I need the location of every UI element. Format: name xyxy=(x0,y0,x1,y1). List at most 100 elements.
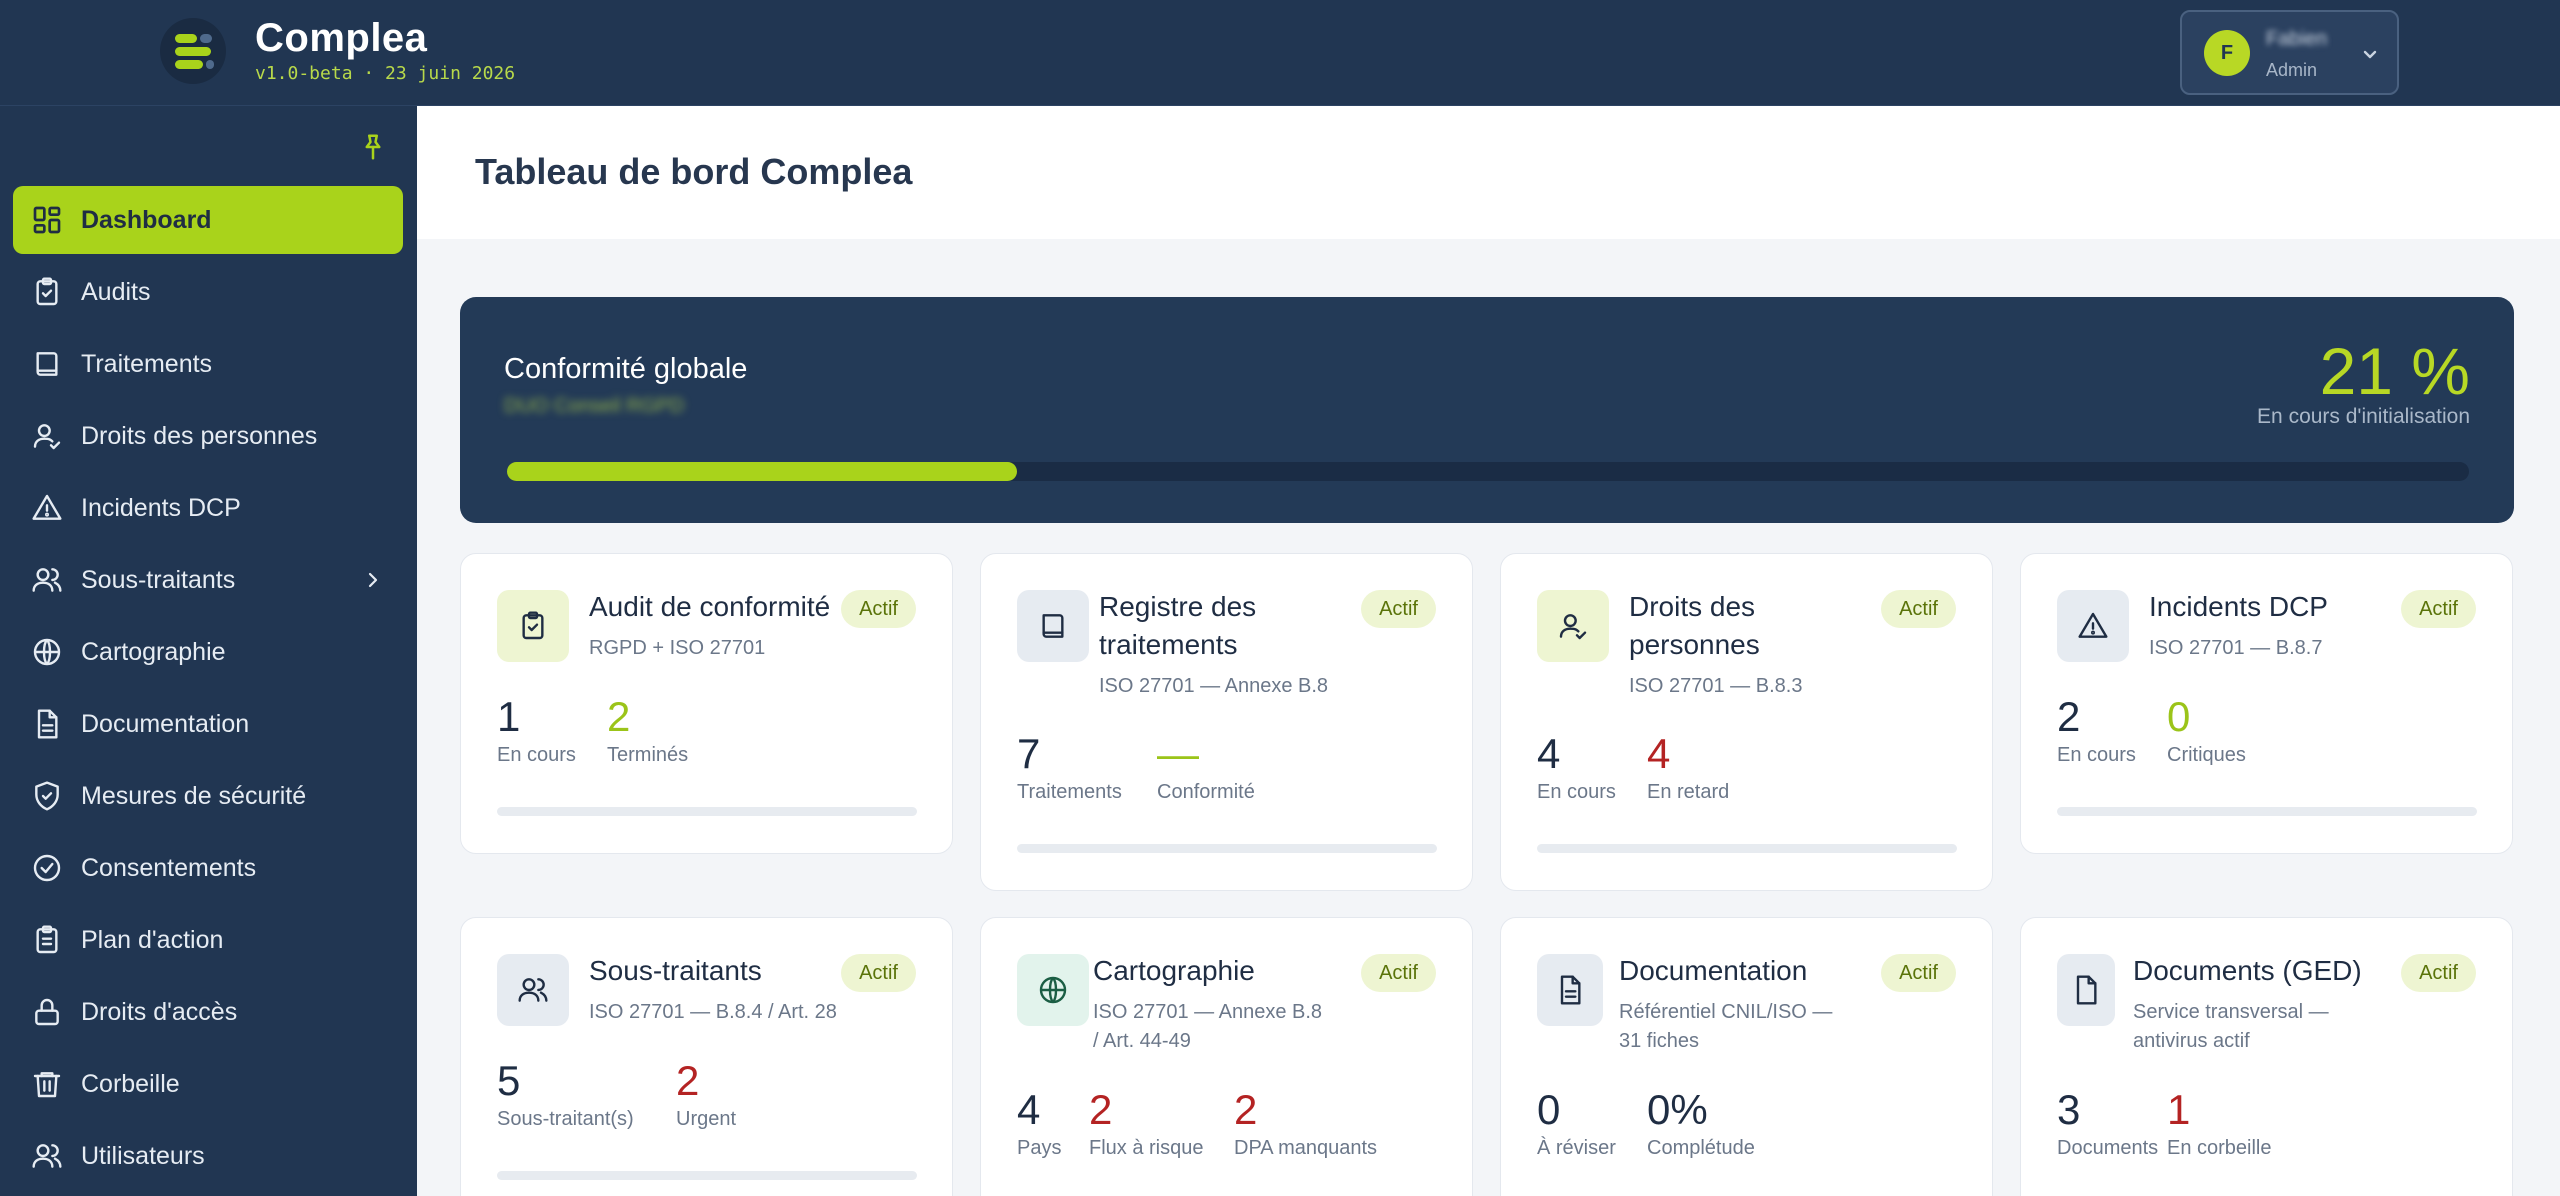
sidebar-item-sous-traitants[interactable]: Sous-traitants xyxy=(13,546,403,614)
card-title: Incidents DCP xyxy=(2149,591,2328,622)
stat-label: À réviser xyxy=(1537,1137,1616,1159)
status-badge: Actif xyxy=(1881,954,1956,992)
card-subtitle: Service transversal — antivirus actif xyxy=(2133,1001,2329,1052)
card-stat: 4 Pays xyxy=(1017,1085,1061,1160)
clipboard-check-icon xyxy=(522,611,544,640)
stat-value: 3 xyxy=(2057,1086,2081,1133)
card-icon-box xyxy=(1537,590,1609,662)
trash-icon xyxy=(33,1072,61,1098)
user-name: Fabien xyxy=(2266,28,2328,50)
card-subtitle: ISO 27701 — Annexe B.8 / Art. 44-49 xyxy=(1093,1001,1323,1052)
card-subtitle: RGPD + ISO 27701 xyxy=(589,637,766,659)
app-logo[interactable] xyxy=(160,18,226,84)
app-name: Complea xyxy=(255,16,428,60)
sidebar-item-corbeille[interactable]: Corbeille xyxy=(13,1050,403,1118)
card-icon-box xyxy=(1537,954,1603,1026)
module-card-registre[interactable]: Registre des traitements ISO 27701 — Ann… xyxy=(980,553,1473,891)
avatar: F xyxy=(2204,30,2250,76)
card-stat: 2 Terminés xyxy=(607,692,688,767)
file-text-icon xyxy=(37,709,58,739)
stat-value: 0 xyxy=(2167,693,2191,740)
card-progress-bar xyxy=(497,1171,917,1180)
user-menu-button[interactable]: F Fabien Admin xyxy=(2180,10,2399,95)
module-card-audit[interactable]: Audit de conformité RGPD + ISO 27701 Act… xyxy=(460,553,953,854)
stat-value: 0 xyxy=(1537,1086,1561,1133)
card-subtitle: ISO 27701 — B.8.3 xyxy=(1629,675,1803,697)
sidebar-item-consentements[interactable]: Consentements xyxy=(13,834,403,902)
module-card-documents-ged[interactable]: Documents (GED) Service transversal — an… xyxy=(2020,917,2513,1196)
sidebar-item-dashboard[interactable]: Dashboard xyxy=(13,186,403,254)
sidebar-item-droits-des-personnes[interactable]: Droits des personnes xyxy=(13,402,403,470)
sidebar-item-label: Droits d'accès xyxy=(81,998,238,1026)
module-card-incidents[interactable]: Incidents DCP ISO 27701 — B.8.7 Actif 2 … xyxy=(2020,553,2513,854)
module-card-droits[interactable]: Droits des personnes ISO 27701 — B.8.3 A… xyxy=(1500,553,1993,891)
sidebar-item-label: Incidents DCP xyxy=(81,494,241,522)
card-stat: 0 À réviser xyxy=(1537,1085,1616,1160)
chevron-down-icon xyxy=(2363,50,2377,59)
dashboard-icon xyxy=(33,206,61,234)
file-text-icon xyxy=(1560,975,1581,1005)
stat-label: Pays xyxy=(1017,1137,1062,1159)
sidebar-item-label: Dashboard xyxy=(81,206,212,234)
warning-triangle-icon xyxy=(2078,612,2108,638)
card-stat: 2 DPA manquants xyxy=(1234,1085,1377,1160)
globe-icon xyxy=(1039,976,1067,1004)
module-card-cartographie[interactable]: Cartographie ISO 27701 — Annexe B.8 / Ar… xyxy=(980,917,1473,1196)
stat-value: — xyxy=(1157,730,1199,777)
pin-icon[interactable] xyxy=(358,132,388,162)
stat-label: Sous-traitant(s) xyxy=(497,1108,634,1130)
status-badge: Actif xyxy=(1361,954,1436,992)
compliance-percent: 21 % xyxy=(2319,334,2470,408)
book-icon xyxy=(36,352,58,376)
sidebar-item-plan-d-action[interactable]: Plan d'action xyxy=(13,906,403,974)
stat-label: Urgent xyxy=(676,1108,737,1130)
status-badge: Actif xyxy=(1881,590,1956,628)
card-stat: 1 En cours xyxy=(497,692,576,767)
card-progress-bar xyxy=(2057,807,2477,816)
stat-label: Documents xyxy=(2057,1137,2159,1159)
module-card-documentation[interactable]: Documentation Référentiel CNIL/ISO — 31 … xyxy=(1500,917,1993,1196)
stat-label: Conformité xyxy=(1157,781,1255,803)
compliance-progress-fill xyxy=(507,462,1018,481)
shield-check-icon xyxy=(35,781,59,811)
module-card-sous-traitants[interactable]: Sous-traitants ISO 27701 — B.8.4 / Art. … xyxy=(460,917,953,1196)
card-icon-box xyxy=(497,590,569,662)
stat-value: 7 xyxy=(1017,730,1041,777)
stat-label: Critiques xyxy=(2167,744,2246,766)
card-icon-box xyxy=(2057,590,2129,662)
stat-label: Traitements xyxy=(1017,781,1122,803)
top-bar: Complea v1.0-beta · 23 juin 2026 F Fabie… xyxy=(0,0,2560,106)
stat-value: 2 xyxy=(607,693,631,740)
card-title: Audit de conformité xyxy=(589,591,831,622)
status-badge: Actif xyxy=(2401,954,2476,992)
card-subtitle: Référentiel CNIL/ISO — 31 fiches xyxy=(1619,1001,1833,1052)
stat-value: 2 xyxy=(676,1057,700,1104)
stat-label: En retard xyxy=(1647,781,1730,803)
sidebar-item-label: Audits xyxy=(81,278,151,306)
sidebar-item-cartographie[interactable]: Cartographie xyxy=(13,618,403,686)
sidebar-item-utilisateurs[interactable]: Utilisateurs xyxy=(13,1122,403,1190)
sidebar-item-incidents-dcp[interactable]: Incidents DCP xyxy=(13,474,403,542)
sidebar-item-audits[interactable]: Audits xyxy=(13,258,403,326)
card-icon-box xyxy=(1017,954,1089,1026)
card-title: Documentation xyxy=(1619,955,1808,986)
sidebar-item-label: Traitements xyxy=(81,350,213,378)
sidebar-item-label: Plan d'action xyxy=(81,926,224,954)
stat-value: 4 xyxy=(1647,730,1671,777)
sidebar-item-documentation[interactable]: Documentation xyxy=(13,690,403,758)
page-title: Tableau de bord Complea xyxy=(475,151,913,192)
card-stat: 2 Flux à risque xyxy=(1089,1085,1204,1160)
card-title: Droits des personnes xyxy=(1629,591,1760,660)
card-icon-box xyxy=(2057,954,2115,1026)
sidebar-item-label: Consentements xyxy=(81,854,257,882)
card-title: Registre des traitements xyxy=(1099,591,1257,660)
clipboard-list-icon xyxy=(36,925,58,954)
sidebar-item-traitements[interactable]: Traitements xyxy=(13,330,403,398)
sidebar-item-mesures-de-securite[interactable]: Mesures de sécurité xyxy=(13,762,403,830)
sidebar: Dashboard Audits Traitements Droits des … xyxy=(0,106,417,1196)
users-icon xyxy=(32,568,62,592)
card-icon-box xyxy=(1017,590,1089,662)
card-stat: 2 En cours xyxy=(2057,692,2136,767)
page-header: Tableau de bord Complea xyxy=(417,106,2560,239)
sidebar-item-droits-d-acces[interactable]: Droits d'accès xyxy=(13,978,403,1046)
